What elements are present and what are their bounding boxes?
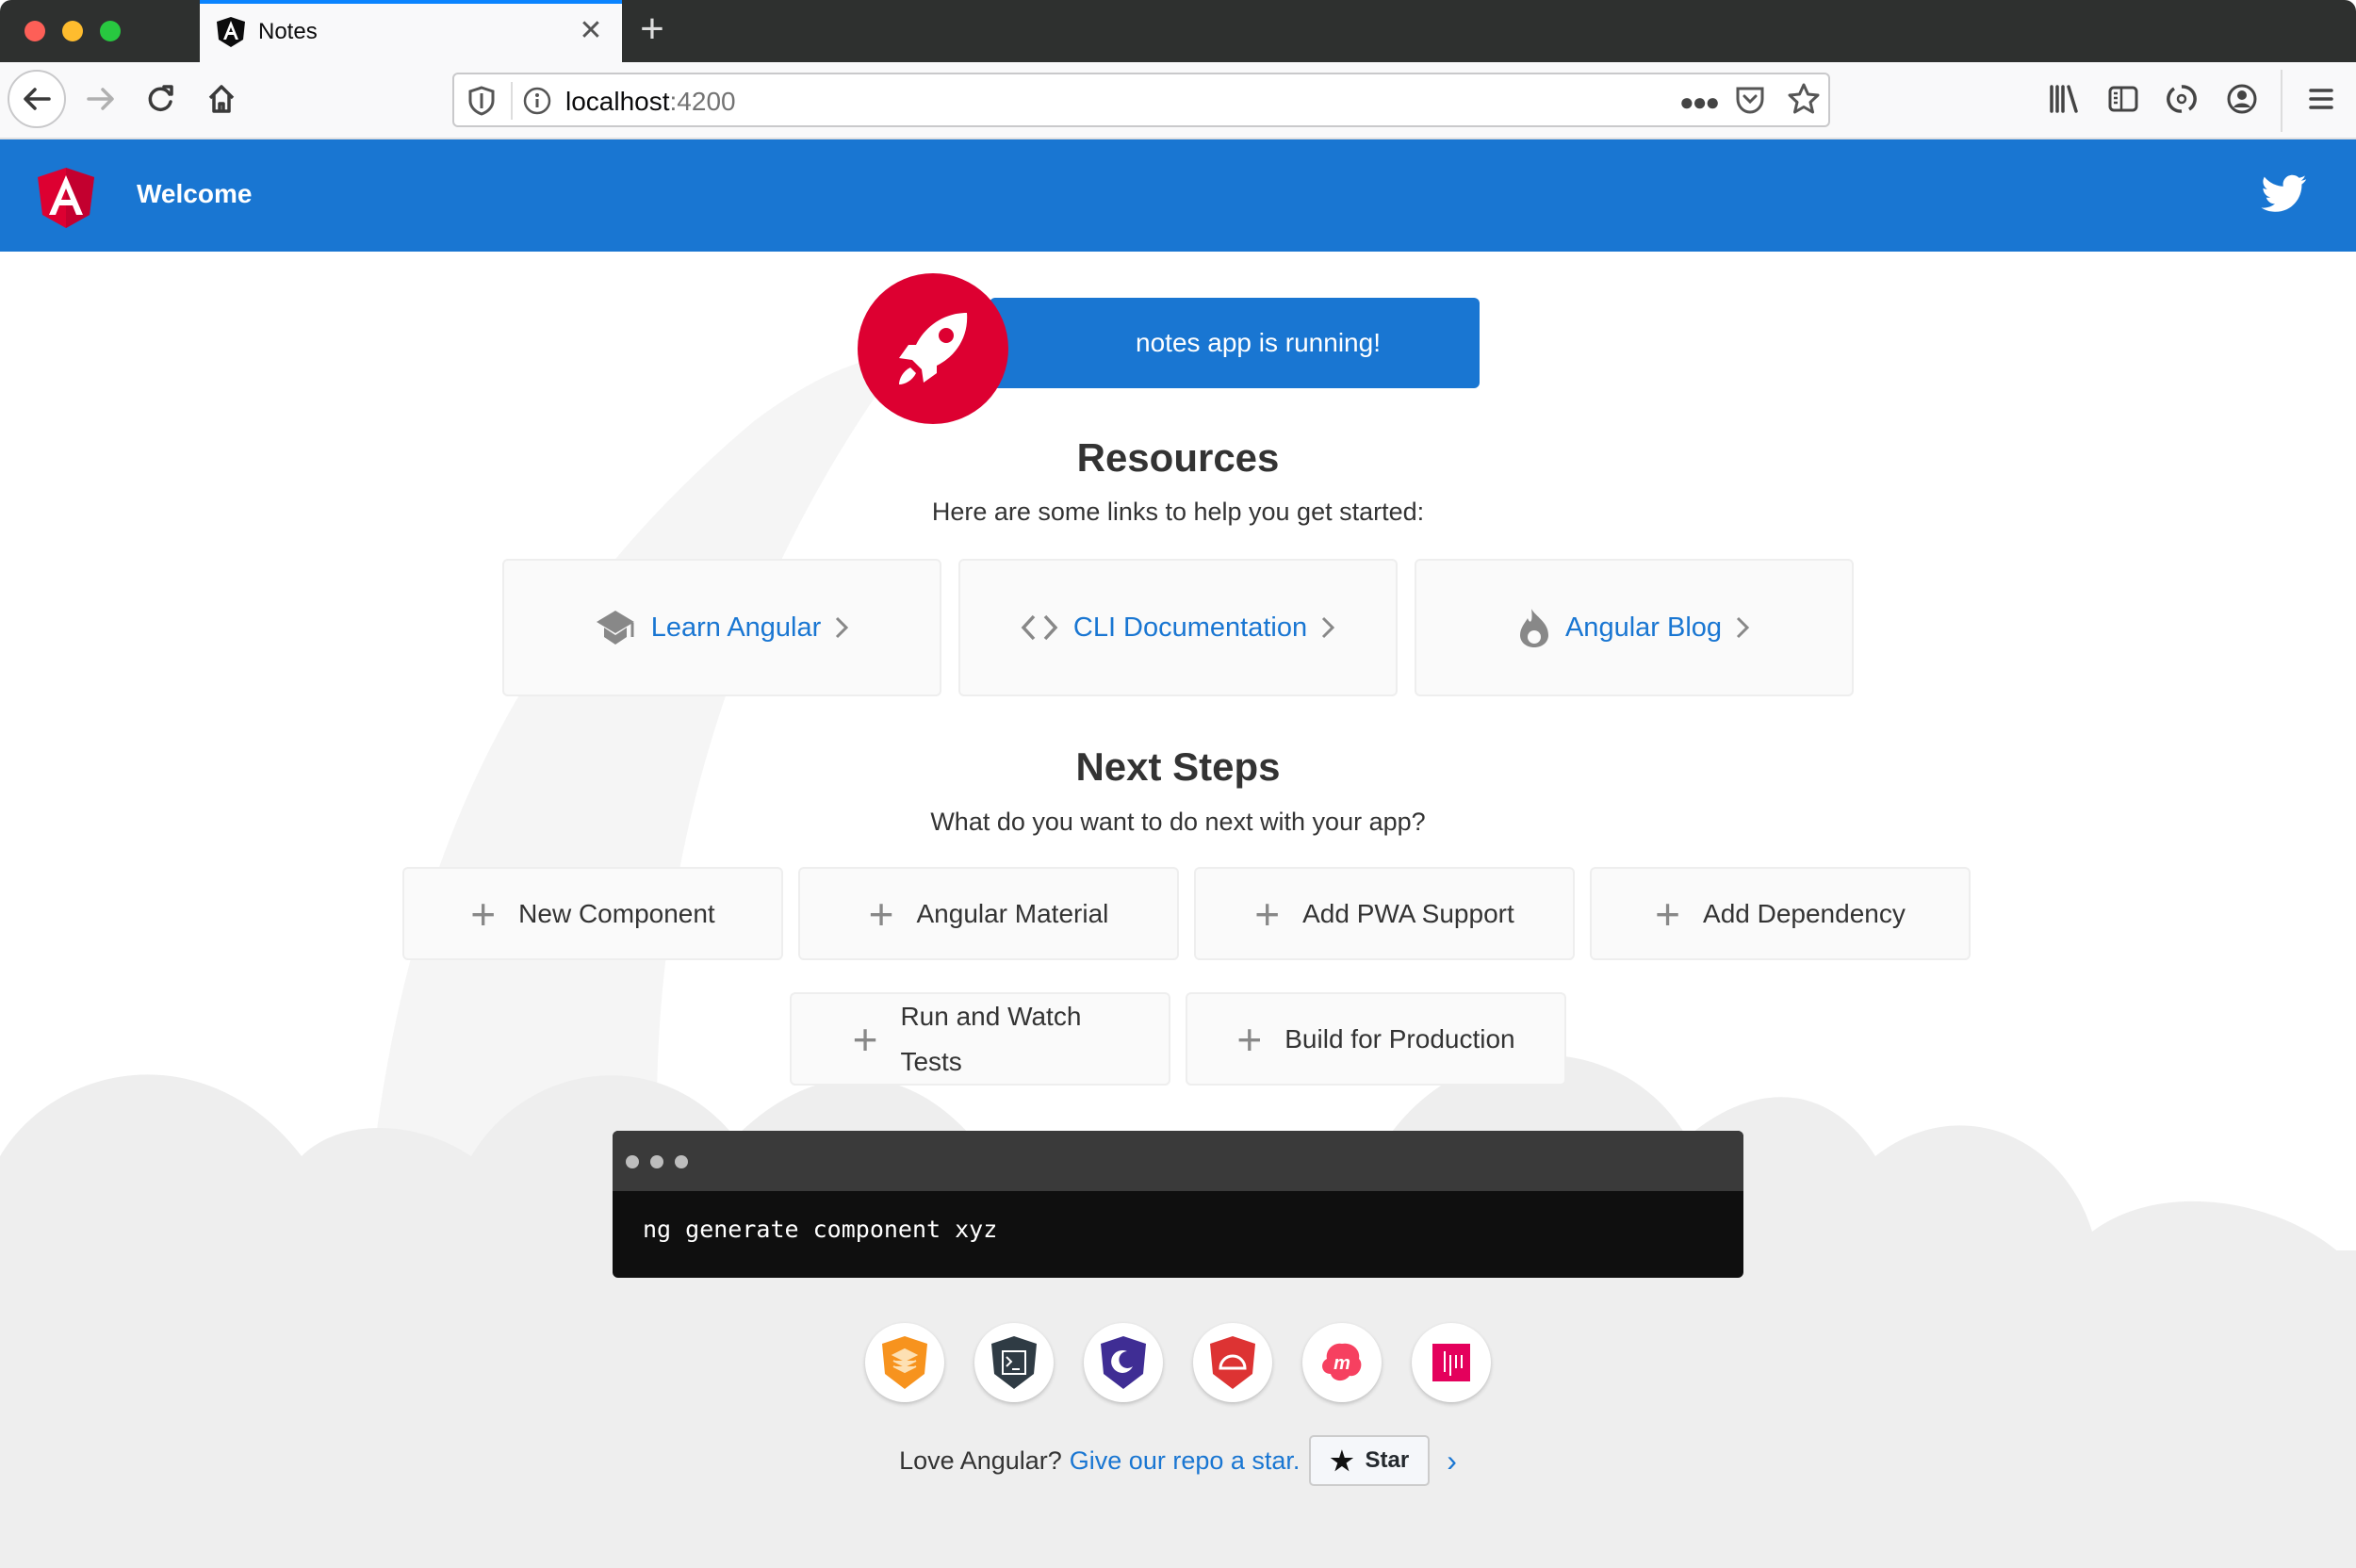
discord-link[interactable] xyxy=(1412,1323,1491,1402)
card-label: CLI Documentation xyxy=(1072,612,1308,643)
close-window-button[interactable] xyxy=(25,21,45,41)
graduation-cap-icon xyxy=(596,611,634,645)
browser-tab-bar: Notes ✕ + xyxy=(0,0,2356,62)
browser-tab[interactable]: Notes ✕ xyxy=(200,0,622,62)
sync-icon[interactable] xyxy=(2158,75,2205,122)
url-host: localhost xyxy=(565,87,670,116)
library-icon[interactable] xyxy=(2040,75,2087,122)
browser-toolbar: localhost:4200 ●●● xyxy=(0,62,2356,139)
star-button[interactable]: ★ Star xyxy=(1309,1435,1431,1486)
animations-icon xyxy=(882,1336,927,1389)
plus-icon: + xyxy=(470,889,497,939)
card-label: Add PWA Support xyxy=(1302,898,1514,928)
new-component-card[interactable]: + New Component xyxy=(402,867,783,960)
chevron-right-icon xyxy=(1322,616,1335,639)
code-icon xyxy=(1021,614,1058,641)
footer: Love Angular? Give our repo a star. ★ St… xyxy=(0,1434,2356,1487)
protractor-icon xyxy=(1210,1336,1255,1389)
card-label: Run and Watch Tests xyxy=(900,1001,1082,1076)
minimize-window-button[interactable] xyxy=(62,21,83,41)
terminal-command: ng generate component xyz xyxy=(643,1216,998,1243)
plus-icon: + xyxy=(1254,889,1281,939)
gitter-icon xyxy=(1432,1344,1470,1381)
add-dependency-card[interactable]: + Add Dependency xyxy=(1590,867,1971,960)
card-label: Build for Production xyxy=(1284,1023,1515,1054)
app-toolbar: Welcome xyxy=(0,139,2356,252)
next-steps-heading: Next Steps xyxy=(1075,744,1281,789)
plus-icon: + xyxy=(1655,889,1681,939)
meetup-link[interactable]: m xyxy=(1302,1323,1382,1402)
url-port: :4200 xyxy=(669,87,736,116)
learn-angular-card[interactable]: Learn Angular xyxy=(502,559,941,696)
next-steps-subtitle: What do you want to do next with your ap… xyxy=(930,808,1426,836)
terminal-header xyxy=(613,1131,1743,1191)
menu-icon[interactable] xyxy=(2298,75,2345,122)
resources-subtitle: Here are some links to help you get star… xyxy=(931,498,1425,526)
angular-logo-icon xyxy=(217,17,245,47)
plus-icon[interactable]: + xyxy=(633,8,671,50)
footer-text: Love Angular? xyxy=(899,1446,1062,1475)
header-title: Welcome xyxy=(137,179,253,208)
site-info-icon[interactable] xyxy=(522,86,552,121)
plus-icon: + xyxy=(1236,1014,1263,1064)
toolbar-divider xyxy=(2281,70,2282,132)
cli-link[interactable] xyxy=(974,1323,1054,1402)
plus-icon: + xyxy=(852,1014,878,1064)
star-button-label: Star xyxy=(1365,1447,1410,1473)
terminal-dot xyxy=(626,1155,639,1168)
tracking-protection-icon[interactable] xyxy=(467,86,496,121)
card-label: Angular Blog xyxy=(1564,612,1723,643)
star-icon: ★ xyxy=(1330,1446,1354,1476)
maximize-window-button[interactable] xyxy=(100,21,121,41)
svg-text:m: m xyxy=(1333,1353,1350,1374)
arrow-right-icon[interactable] xyxy=(72,70,130,128)
augury-icon xyxy=(1101,1336,1146,1389)
angular-blog-card[interactable]: Angular Blog xyxy=(1415,559,1854,696)
banner-text: notes app is running! xyxy=(1136,328,1381,357)
card-label: New Component xyxy=(518,898,715,928)
card-label: Angular Material xyxy=(916,898,1109,928)
rocket-icon xyxy=(858,273,1008,424)
more-icon[interactable]: ●●● xyxy=(1679,88,1720,117)
github-star-link[interactable]: Give our repo a star. xyxy=(1070,1446,1301,1476)
star-icon[interactable] xyxy=(1787,82,1821,121)
augury-link[interactable] xyxy=(1084,1323,1163,1402)
card-label: Learn Angular xyxy=(650,612,822,643)
protractor-link[interactable] xyxy=(1193,1323,1272,1402)
twitter-icon[interactable] xyxy=(2260,171,2309,216)
flame-icon xyxy=(1519,609,1548,647)
tab-title: Notes xyxy=(258,19,318,44)
home-icon[interactable] xyxy=(192,70,251,128)
build-for-production-card[interactable]: + Build for Production xyxy=(1186,992,1566,1086)
plus-icon: + xyxy=(868,889,894,939)
reload-icon[interactable] xyxy=(132,70,190,128)
card-label: Add Dependency xyxy=(1703,898,1906,928)
run-and-watch-tests-card[interactable]: + Run and Watch Tests xyxy=(790,992,1170,1086)
address-bar[interactable]: localhost:4200 ●●● xyxy=(452,73,1830,127)
url-text[interactable]: localhost:4200 xyxy=(565,87,736,117)
angular-logo-icon xyxy=(38,168,94,228)
animations-link[interactable] xyxy=(865,1323,944,1402)
add-pwa-support-card[interactable]: + Add PWA Support xyxy=(1194,867,1575,960)
angular-material-card[interactable]: + Angular Material xyxy=(798,867,1179,960)
pocket-icon[interactable] xyxy=(1734,84,1766,121)
chevron-right-icon xyxy=(836,616,849,639)
terminal-dot xyxy=(675,1155,688,1168)
chevron-right-icon[interactable]: › xyxy=(1447,1444,1457,1478)
terminal: ng generate component xyz xyxy=(613,1131,1743,1278)
cli-icon xyxy=(991,1336,1037,1389)
account-icon[interactable] xyxy=(2218,75,2266,122)
running-banner: notes app is running! xyxy=(990,298,1480,388)
meetup-icon: m xyxy=(1322,1343,1362,1381)
terminal-dot xyxy=(650,1155,663,1168)
cli-documentation-card[interactable]: CLI Documentation xyxy=(958,559,1398,696)
chevron-right-icon xyxy=(1736,616,1750,639)
arrow-left-icon[interactable] xyxy=(8,70,66,128)
close-icon[interactable]: ✕ xyxy=(575,15,607,47)
resources-heading: Resources xyxy=(1076,435,1280,480)
sidebar-icon[interactable] xyxy=(2100,75,2147,122)
url-separator xyxy=(511,82,513,120)
